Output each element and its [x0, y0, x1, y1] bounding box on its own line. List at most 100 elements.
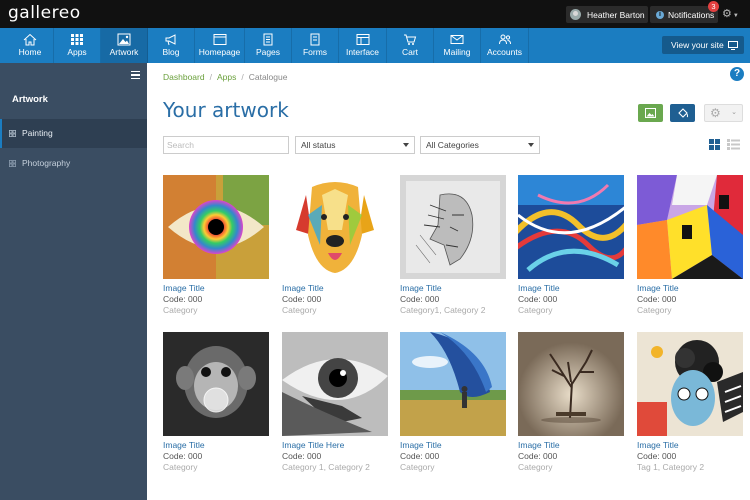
- mail-icon: [450, 35, 464, 44]
- avatar: [570, 9, 581, 20]
- notification-count-badge: 3: [708, 1, 719, 12]
- layout-icon: [356, 34, 369, 45]
- artwork-title[interactable]: Image Title: [163, 283, 269, 293]
- gear-icon: ⚙: [710, 106, 721, 120]
- view-site-button[interactable]: View your site: [662, 36, 744, 54]
- artwork-thumbnail[interactable]: [282, 175, 388, 279]
- user-menu[interactable]: Heather Barton: [566, 6, 648, 23]
- gallereo-logo[interactable]: gallereo: [8, 3, 81, 23]
- artwork-category: Category: [400, 462, 435, 472]
- artwork-card[interactable]: Image Title Here Code: 000 Category 1, C…: [282, 332, 388, 472]
- artwork-code: Code: 000: [518, 451, 558, 461]
- apps-grid-icon: [71, 34, 83, 45]
- nav-mailing[interactable]: Mailing: [434, 28, 481, 63]
- artwork-title[interactable]: Image Title: [400, 283, 506, 293]
- browser-icon: [213, 34, 226, 45]
- chevron-down-icon: ⌄: [731, 109, 737, 116]
- artwork-thumbnail[interactable]: [518, 175, 624, 279]
- artwork-code: Code: 000: [518, 294, 558, 304]
- add-image-button[interactable]: [638, 104, 663, 122]
- nav-pages-label: Pages: [255, 47, 281, 57]
- breadcrumb-apps[interactable]: Apps: [217, 72, 236, 82]
- artwork-thumbnail[interactable]: [400, 175, 506, 279]
- settings-dropdown-button[interactable]: ⚙ ⌄: [704, 104, 743, 122]
- artwork-card[interactable]: Image Title Code: 000 Category: [163, 175, 269, 315]
- nav-forms[interactable]: Forms: [292, 28, 339, 63]
- artwork-category: Category: [518, 462, 553, 472]
- nav-forms-label: Forms: [302, 47, 328, 57]
- artwork-category: Category 1, Category 2: [282, 462, 370, 472]
- artwork-thumbnail[interactable]: [637, 175, 743, 279]
- nav-cart[interactable]: Cart: [387, 28, 434, 63]
- artwork-code: Code: 000: [163, 294, 203, 304]
- artwork-category: Category: [518, 305, 553, 315]
- nav-cart-label: Cart: [401, 47, 419, 57]
- artwork-thumbnail[interactable]: [400, 332, 506, 436]
- menu-toggle-icon[interactable]: [131, 71, 140, 79]
- artwork-title[interactable]: Image Title: [518, 440, 624, 450]
- status-filter-select[interactable]: All status: [295, 136, 415, 154]
- nav-apps-label: Apps: [67, 47, 87, 57]
- nav-blog[interactable]: Blog: [148, 28, 195, 63]
- gear-icon: ⚙: [722, 8, 732, 20]
- grid-view-icon[interactable]: [709, 139, 720, 150]
- artwork-title[interactable]: Image Title: [637, 440, 743, 450]
- artwork-card[interactable]: Image Title Code: 000 Category1, Categor…: [400, 175, 506, 315]
- artwork-card[interactable]: Image Title Code: 000 Category: [637, 175, 743, 315]
- sidebar-item-painting[interactable]: Painting: [0, 119, 147, 148]
- artwork-card[interactable]: Image Title Code: 000 Tag 1, Category 2: [637, 332, 743, 472]
- artwork-category: Category1, Category 2: [400, 305, 486, 315]
- artwork-thumbnail[interactable]: [518, 332, 624, 436]
- artwork-card[interactable]: Image Title Code: 000 Category: [400, 332, 506, 472]
- dropdown-arrow-icon: [528, 143, 534, 147]
- artwork-card[interactable]: Image Title Code: 000 Category: [163, 332, 269, 472]
- artwork-code: Code: 000: [637, 451, 677, 461]
- category-filter-select[interactable]: All Categories: [420, 136, 540, 154]
- artwork-thumbnail[interactable]: [282, 332, 388, 436]
- sidebar-item-photography[interactable]: Photography: [0, 149, 147, 178]
- cart-icon: [404, 34, 417, 45]
- account-settings-button[interactable]: ⚙▼: [722, 7, 739, 20]
- nav-homepage[interactable]: Homepage: [195, 28, 245, 63]
- artwork-category: Category: [163, 462, 198, 472]
- nav-pages[interactable]: Pages: [245, 28, 292, 63]
- notifications-label: Notifications: [668, 9, 715, 20]
- artwork-title[interactable]: Image Title: [163, 440, 269, 450]
- chevron-down-icon: ▼: [732, 13, 739, 19]
- nav-home[interactable]: Home: [7, 28, 54, 63]
- sidebar: Artwork Painting Photography: [0, 63, 147, 500]
- breadcrumb: Dashboard / Apps / Catalogue: [163, 72, 288, 82]
- artwork-thumbnail[interactable]: [637, 332, 743, 436]
- artwork-title[interactable]: Image Title: [637, 283, 743, 293]
- nav-interface-label: Interface: [345, 47, 380, 57]
- artwork-category: Tag 1, Category 2: [637, 462, 705, 472]
- nav-apps[interactable]: Apps: [54, 28, 101, 63]
- search-input[interactable]: [163, 136, 289, 154]
- paint-bucket-icon: [678, 108, 688, 118]
- artwork-title[interactable]: Image Title: [518, 283, 624, 293]
- help-button[interactable]: ?: [730, 67, 744, 81]
- artwork-card[interactable]: Image Title Code: 000 Category: [282, 175, 388, 315]
- nav-mailing-label: Mailing: [443, 47, 471, 57]
- artwork-category: Category: [637, 305, 672, 315]
- artwork-title[interactable]: Image Title: [282, 283, 388, 293]
- artwork-thumbnail[interactable]: [163, 332, 269, 436]
- artwork-thumbnail[interactable]: [163, 175, 269, 279]
- sidebar-title: Artwork: [12, 94, 48, 105]
- breadcrumb-dashboard[interactable]: Dashboard: [163, 72, 205, 82]
- nav-accounts[interactable]: Accounts: [481, 28, 529, 63]
- artwork-title[interactable]: Image Title: [400, 440, 506, 450]
- nav-interface[interactable]: Interface: [339, 28, 387, 63]
- style-fill-button[interactable]: [670, 104, 695, 122]
- image-icon: [645, 108, 656, 118]
- artwork-card[interactable]: Image Title Code: 000 Category: [518, 175, 624, 315]
- artwork-card[interactable]: Image Title Code: 000 Category: [518, 332, 624, 472]
- nav-artwork-label: Artwork: [109, 47, 139, 57]
- notifications-button[interactable]: i Notifications 3: [650, 1, 719, 23]
- artwork-title[interactable]: Image Title Here: [282, 440, 388, 450]
- nav-artwork[interactable]: Artwork: [101, 28, 148, 63]
- monitor-icon: [728, 41, 738, 50]
- list-view-icon[interactable]: [727, 139, 740, 150]
- breadcrumb-current: Catalogue: [248, 72, 288, 82]
- megaphone-icon: [165, 34, 176, 46]
